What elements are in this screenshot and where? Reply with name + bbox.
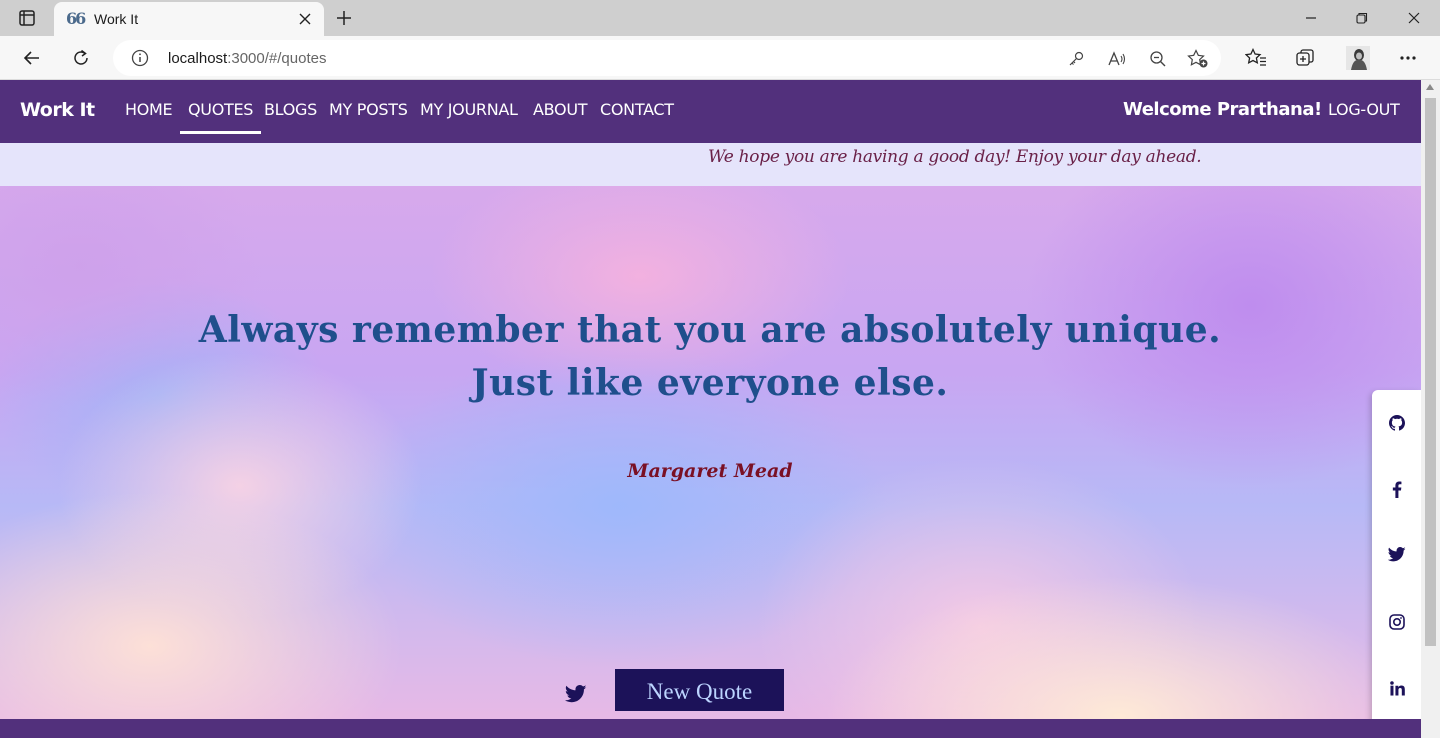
welcome-message: Welcome Prarthana! — [1123, 99, 1322, 120]
tab-actions-icon[interactable] — [14, 6, 40, 30]
nav-contact[interactable]: CONTACT — [600, 100, 674, 119]
key-icon[interactable] — [1065, 48, 1087, 70]
logout-link[interactable]: LOG-OUT — [1328, 100, 1400, 119]
twitter-icon[interactable] — [564, 685, 587, 705]
url-host: localhost — [168, 50, 228, 67]
site-footer — [0, 719, 1421, 738]
quote-line-2: Just like everyone else. — [471, 362, 949, 404]
scroll-thumb[interactable] — [1425, 98, 1436, 646]
greeting-banner: We hope you are having a good day! Enjoy… — [0, 143, 1421, 186]
add-favorite-icon[interactable] — [1187, 48, 1209, 70]
social-links-panel — [1372, 390, 1421, 719]
collections-icon[interactable] — [1291, 44, 1319, 72]
tab-title: Work It — [94, 11, 139, 27]
facebook-icon[interactable] — [1386, 478, 1408, 500]
nav-my-posts[interactable]: MY POSTS — [329, 100, 408, 119]
window-close-icon[interactable] — [1399, 6, 1429, 30]
browser-toolbar: localhost:3000/#/quotes — [0, 36, 1440, 80]
quote-text: Always remember that you are absolutely … — [110, 304, 1310, 410]
restore-icon[interactable] — [1347, 6, 1377, 30]
nav-home[interactable]: HOME — [125, 100, 173, 119]
browser-tab[interactable]: 66 Work It — [54, 2, 324, 36]
scroll-up-arrow-icon[interactable] — [1426, 84, 1434, 90]
close-icon[interactable] — [296, 10, 314, 28]
browser-tab-bar: 66 Work It — [0, 0, 1440, 36]
read-aloud-icon[interactable] — [1106, 48, 1128, 70]
info-icon[interactable] — [131, 49, 149, 67]
more-icon[interactable] — [1394, 44, 1422, 72]
plus-icon[interactable] — [332, 6, 356, 30]
address-bar[interactable]: localhost:3000/#/quotes — [113, 40, 1221, 76]
quote-hero: Always remember that you are absolutely … — [0, 186, 1421, 719]
url-path: :3000/#/quotes — [227, 50, 327, 67]
back-arrow-icon[interactable] — [18, 44, 46, 72]
quote-line-1: Always remember that you are absolutely … — [198, 309, 1222, 351]
instagram-icon[interactable] — [1386, 611, 1408, 633]
page-scrollbar[interactable] — [1421, 80, 1440, 738]
nav-about[interactable]: ABOUT — [533, 100, 588, 119]
site-brand[interactable]: Work It — [20, 99, 95, 121]
twitter-icon[interactable] — [1386, 543, 1408, 565]
profile-avatar[interactable] — [1344, 44, 1372, 72]
nav-quotes[interactable]: QUOTES — [179, 100, 262, 134]
minimize-icon[interactable] — [1296, 6, 1326, 30]
nav-my-journal[interactable]: MY JOURNAL — [420, 100, 518, 119]
quote-author: Margaret Mead — [627, 460, 793, 482]
refresh-icon[interactable] — [67, 44, 95, 72]
zoom-out-icon[interactable] — [1147, 48, 1169, 70]
favorites-icon[interactable] — [1242, 44, 1270, 72]
new-quote-button[interactable]: New Quote — [615, 669, 784, 711]
linkedin-icon[interactable] — [1386, 677, 1408, 699]
url-text[interactable]: localhost:3000/#/quotes — [168, 50, 326, 67]
nav-blogs[interactable]: BLOGS — [264, 100, 317, 119]
greeting-text: We hope you are having a good day! Enjoy… — [708, 147, 1202, 167]
page-viewport: Work It HOME QUOTES BLOGS MY POSTS MY JO… — [0, 80, 1421, 738]
github-icon[interactable] — [1386, 412, 1408, 434]
quote-favicon-icon: 66 — [66, 9, 86, 28]
site-navbar: Work It HOME QUOTES BLOGS MY POSTS MY JO… — [0, 80, 1421, 143]
